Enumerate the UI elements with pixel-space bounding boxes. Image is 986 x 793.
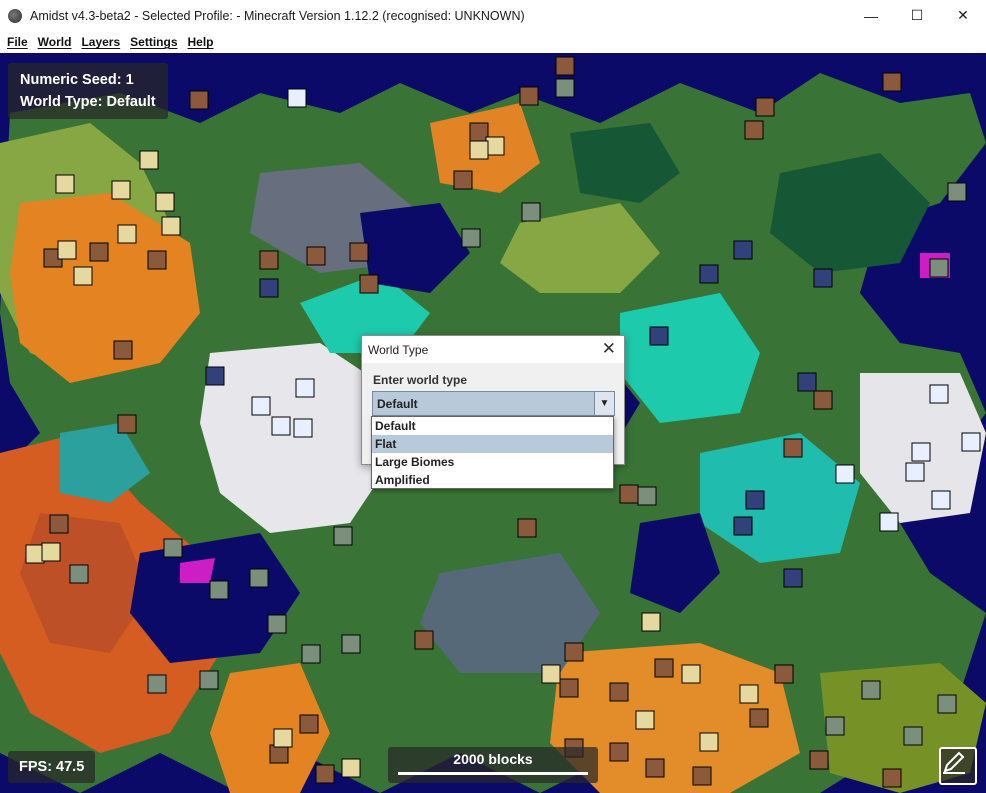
scale-indicator: 2000 blocks (388, 747, 598, 783)
scale-label: 2000 blocks (453, 751, 533, 767)
menu-world[interactable]: World (33, 35, 77, 49)
close-button[interactable]: ✕ (940, 0, 986, 31)
dialog-title-bar: World Type ✕ (362, 336, 624, 363)
option-default[interactable]: Default (372, 417, 613, 435)
scale-bar (398, 772, 588, 775)
world-type-text: World Type: Default (20, 94, 156, 110)
world-type-label: Enter world type (373, 373, 468, 387)
world-type-dropdown-list: Default Flat Large Biomes Amplified (371, 416, 614, 489)
seed-info-panel: Numeric Seed: 1 World Type: Default (8, 63, 168, 119)
option-amplified[interactable]: Amplified (372, 471, 613, 489)
pen-icon[interactable] (939, 747, 977, 785)
option-flat[interactable]: Flat (372, 435, 613, 453)
title-bar: Amidst v4.3-beta2 - Selected Profile: - … (0, 0, 986, 31)
menu-help[interactable]: Help (183, 35, 219, 49)
maximize-button[interactable]: ☐ (894, 0, 940, 31)
pen-glyph (943, 751, 965, 774)
menu-settings[interactable]: Settings (125, 35, 182, 49)
fps-counter: FPS: 47.5 (8, 751, 96, 783)
world-type-select[interactable]: Default ▼ (372, 391, 615, 416)
option-large-biomes[interactable]: Large Biomes (372, 453, 613, 471)
window-title: Amidst v4.3-beta2 - Selected Profile: - … (30, 8, 525, 23)
chevron-down-icon[interactable]: ▼ (594, 392, 614, 415)
amidst-app-icon (8, 8, 22, 23)
numeric-seed-text: Numeric Seed: 1 (20, 72, 134, 88)
window-controls: — ☐ ✕ (848, 0, 986, 31)
menu-file[interactable]: File (2, 35, 33, 49)
menu-bar: File World Layers Settings Help (0, 31, 986, 53)
dialog-title: World Type (368, 342, 429, 357)
world-type-selected-value: Default (377, 396, 418, 411)
minimize-button[interactable]: — (848, 0, 894, 31)
dialog-close-icon[interactable]: ✕ (602, 339, 616, 359)
menu-layers[interactable]: Layers (76, 35, 125, 49)
